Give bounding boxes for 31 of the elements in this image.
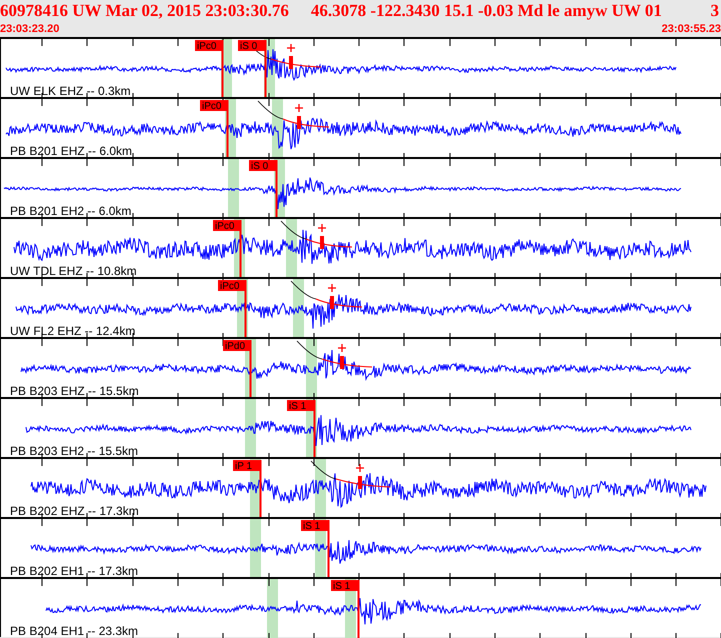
start-time: 23:03:23.20 [0, 23, 60, 35]
trace-panel[interactable]: iS 1 PB B203 EH2 -- 15.5km [0, 397, 721, 457]
phase-window [228, 159, 239, 219]
phase-window [267, 579, 278, 638]
trace-label: PB B201 EHZ -- 6.0km [10, 145, 132, 158]
end-time: 23:03:55.23 [662, 23, 721, 35]
phase-window [306, 339, 317, 399]
trace-panel[interactable]: iPd0 PB B203 EHZ -- 15.5km [0, 337, 721, 397]
trace-label: UW FL2 EHZ -- 12.4km [10, 325, 136, 338]
trace-label: PB B204 EH1 -- 23.3km [10, 625, 138, 638]
trace-label: PB B203 EHZ -- 15.5km [10, 385, 139, 398]
trace-panel[interactable]: iS 0 PB B201 EH2 -- 6.0km [0, 157, 721, 217]
trace-label: PB B203 EH2 -- 15.5km [10, 445, 138, 458]
trace-panel[interactable]: iPc0 PB B201 EHZ -- 6.0km [0, 97, 721, 157]
event-solution: 46.3078 -122.3430 15.1 -0.03 Md le amyw UW 01 [310, 1, 662, 21]
trace-label: PB B202 EHZ -- 17.3km [10, 505, 139, 518]
trace-panel[interactable]: iPc0 UW FL2 EHZ -- 12.4km [0, 277, 721, 337]
event-count: 3 [710, 1, 719, 21]
event-title: 60978416 UW Mar 02, 2015 23:03:30.76 [0, 1, 289, 21]
trace-panel[interactable]: iS 1 PB B204 EH1 -- 23.3km [0, 577, 721, 637]
trace-panel[interactable]: iPc0 iS 0 UW ELK EHZ -- 0.3km [0, 37, 721, 97]
trace-panel[interactable]: iS 1 PB B202 EH1 -- 17.3km [0, 517, 721, 577]
phase-window [250, 519, 261, 579]
pick-flag[interactable]: iS 1 [331, 580, 360, 638]
trace-label: UW TDL EHZ -- 10.8km [10, 265, 137, 278]
trace-label: PB B201 EH2 -- 6.0km [10, 205, 132, 218]
phase-window [245, 399, 256, 459]
trace-panel[interactable]: iP 1 PB B202 EHZ -- 17.3km [0, 457, 721, 517]
trace-label: PB B202 EH1 -- 17.3km [10, 565, 138, 578]
trace-panel[interactable]: iPc0 UW TDL EHZ -- 10.8km [0, 217, 721, 277]
trace-label: UW ELK EHZ -- 0.3km [10, 85, 131, 98]
